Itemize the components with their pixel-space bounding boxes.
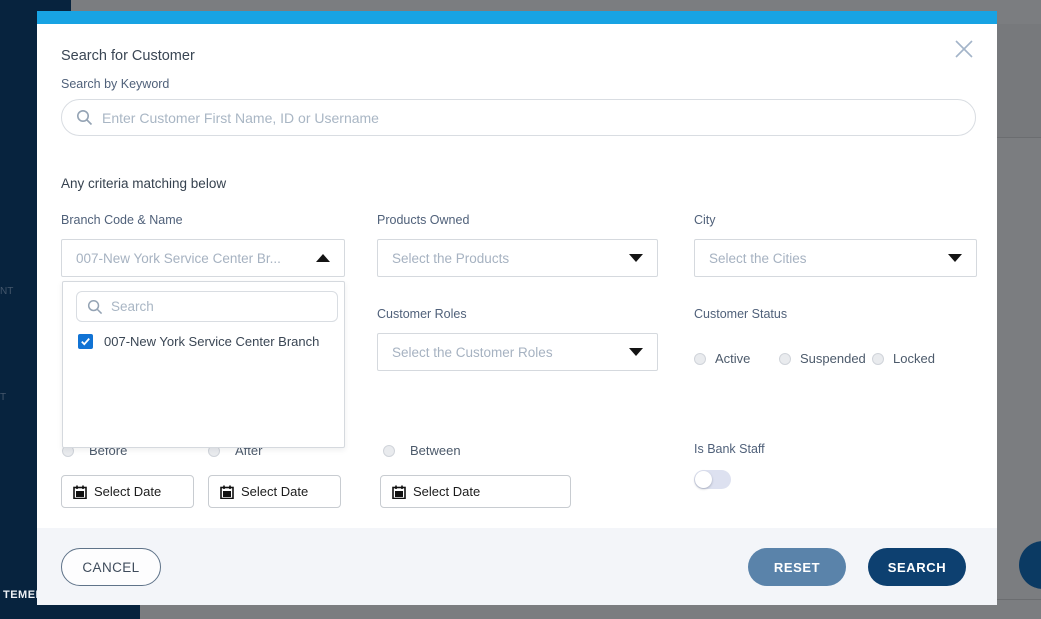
toggle-knob xyxy=(695,471,712,488)
sidebar-item-fragment: T xyxy=(0,392,6,403)
branch-option-label: 007-New York Service Center Branch xyxy=(104,334,319,349)
page-divider xyxy=(997,599,1041,600)
branch-select[interactable]: 007-New York Service Center Br... xyxy=(61,239,345,277)
sidebar-item-fragment: NT xyxy=(0,286,13,297)
date-radio-between[interactable]: Between xyxy=(383,443,461,458)
keyword-label: Search by Keyword xyxy=(61,77,169,91)
radio-label: Active xyxy=(715,351,750,366)
chevron-down-icon xyxy=(948,254,962,262)
keyword-search-input[interactable]: Enter Customer First Name, ID or Usernam… xyxy=(61,99,976,136)
city-select[interactable]: Select the Cities xyxy=(694,239,977,277)
close-icon[interactable] xyxy=(953,38,975,60)
cancel-button[interactable]: CANCEL xyxy=(61,548,161,586)
criteria-heading: Any criteria matching below xyxy=(61,176,226,191)
sidebar-header-block xyxy=(0,0,71,11)
dimmed-page-region xyxy=(997,24,1041,137)
branch-option[interactable]: 007-New York Service Center Branch xyxy=(78,334,319,349)
roles-label: Customer Roles xyxy=(377,307,467,321)
status-label: Customer Status xyxy=(694,307,787,321)
status-radio-suspended[interactable]: Suspended xyxy=(779,351,866,366)
products-label: Products Owned xyxy=(377,213,469,227)
radio-label: Suspended xyxy=(800,351,866,366)
bank-staff-toggle[interactable] xyxy=(694,470,731,489)
app-sidebar xyxy=(0,0,37,619)
modal-footer: CANCEL RESET SEARCH xyxy=(37,528,997,605)
modal-title: Search for Customer xyxy=(61,48,195,64)
chevron-down-icon xyxy=(629,348,643,356)
modal-accent-bar xyxy=(37,11,997,24)
calendar-icon xyxy=(73,485,87,499)
radio-icon xyxy=(779,353,791,365)
date-picker-between[interactable]: Select Date xyxy=(380,475,571,508)
products-select[interactable]: Select the Products xyxy=(377,239,658,277)
status-radio-locked[interactable]: Locked xyxy=(872,351,935,366)
bank-staff-label: Is Bank Staff xyxy=(694,442,765,456)
branch-select-value: 007-New York Service Center Br... xyxy=(76,251,281,266)
roles-select[interactable]: Select the Customer Roles xyxy=(377,333,658,371)
city-label: City xyxy=(694,213,716,227)
calendar-icon xyxy=(392,485,406,499)
status-radio-active[interactable]: Active xyxy=(694,351,750,366)
branch-dropdown-panel: Search 007-New York Service Center Branc… xyxy=(62,281,345,448)
radio-label: Locked xyxy=(893,351,935,366)
date-picker-before[interactable]: Select Date xyxy=(61,475,194,508)
search-customer-modal: Search for Customer Search by Keyword En… xyxy=(37,11,997,605)
statusbar-navy xyxy=(0,605,140,619)
date-picker-after[interactable]: Select Date xyxy=(208,475,341,508)
radio-icon xyxy=(872,353,884,365)
city-select-placeholder: Select the Cities xyxy=(709,251,807,266)
search-button[interactable]: SEARCH xyxy=(868,548,966,586)
reset-button[interactable]: RESET xyxy=(748,548,846,586)
date-picker-label: Select Date xyxy=(94,484,161,499)
radio-icon xyxy=(383,445,395,457)
branch-dropdown-search-input[interactable]: Search xyxy=(76,291,338,322)
dropdown-search-placeholder: Search xyxy=(111,299,154,314)
products-select-placeholder: Select the Products xyxy=(392,251,509,266)
screen: NT T TEMEN Search for Customer Search by… xyxy=(0,0,1041,619)
branch-label: Branch Code & Name xyxy=(61,213,183,227)
page-divider xyxy=(997,137,1041,138)
checkbox-checked-icon xyxy=(78,334,93,349)
radio-icon xyxy=(694,353,706,365)
chevron-up-icon xyxy=(316,254,330,262)
date-picker-label: Select Date xyxy=(241,484,308,499)
chevron-down-icon xyxy=(629,254,643,262)
floating-action-button[interactable] xyxy=(1019,541,1041,589)
calendar-icon xyxy=(220,485,234,499)
date-picker-label: Select Date xyxy=(413,484,480,499)
search-icon xyxy=(76,109,93,126)
radio-label: Between xyxy=(410,443,461,458)
roles-select-placeholder: Select the Customer Roles xyxy=(392,345,553,360)
keyword-placeholder: Enter Customer First Name, ID or Usernam… xyxy=(102,110,379,126)
search-icon xyxy=(87,299,103,315)
